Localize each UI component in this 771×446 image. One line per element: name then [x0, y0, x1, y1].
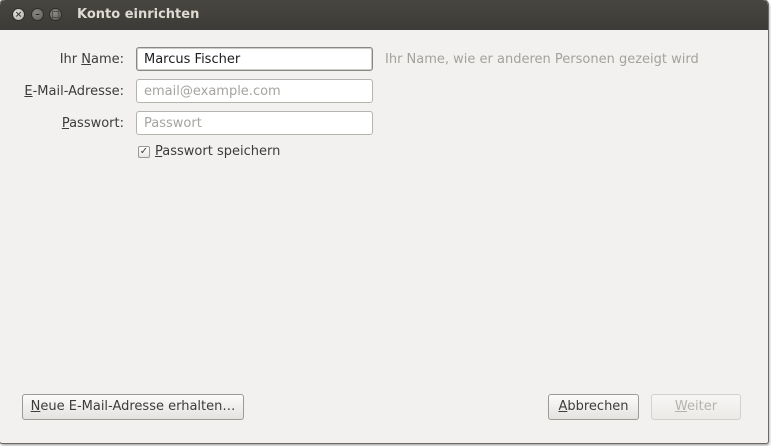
name-label: Ihr Name:: [60, 52, 124, 67]
name-label-suffix: ame:: [90, 52, 124, 67]
email-label-suffix: -Mail-Adresse:: [32, 84, 124, 99]
remember-password-label[interactable]: Passwort speichern: [155, 144, 280, 159]
email-label: E-Mail-Adresse:: [24, 84, 124, 99]
next-label: eiter: [687, 399, 718, 414]
minimize-icon[interactable]: –: [31, 8, 44, 21]
name-hint: Ihr Name, wie er anderen Personen gezeig…: [385, 52, 699, 67]
password-label-mnemonic: P: [61, 116, 70, 131]
new-address-label: eue E-Mail-Adresse erhalten…: [40, 399, 236, 414]
cancel-label: bbrechen: [567, 399, 629, 414]
password-input[interactable]: [136, 111, 373, 135]
email-input[interactable]: [136, 79, 373, 103]
name-input[interactable]: [136, 47, 373, 71]
email-label-mnemonic: E: [24, 84, 33, 99]
next-mnemonic: W: [674, 399, 688, 414]
remember-password-checkbox[interactable]: ✓: [138, 146, 150, 158]
remember-label-suffix: asswort speichern: [162, 144, 281, 159]
next-button[interactable]: Weiter: [651, 394, 741, 420]
new-address-mnemonic: N: [30, 399, 41, 414]
account-setup-dialog: × – □ Konto einrichten Ihr Name: Ihr Nam…: [0, 0, 768, 443]
maximize-icon[interactable]: □: [49, 8, 62, 21]
window-title: Konto einrichten: [77, 7, 200, 22]
title-bar[interactable]: × – □ Konto einrichten: [0, 0, 768, 30]
name-label-prefix: Ihr: [59, 52, 82, 67]
name-label-mnemonic: N: [81, 52, 91, 67]
password-label-suffix: asswort:: [69, 116, 124, 131]
close-icon[interactable]: ×: [12, 8, 25, 21]
password-label: Passwort:: [62, 116, 124, 131]
new-email-address-button[interactable]: Neue E-Mail-Adresse erhalten…: [22, 394, 244, 420]
cancel-button[interactable]: Abbrechen: [548, 394, 639, 420]
